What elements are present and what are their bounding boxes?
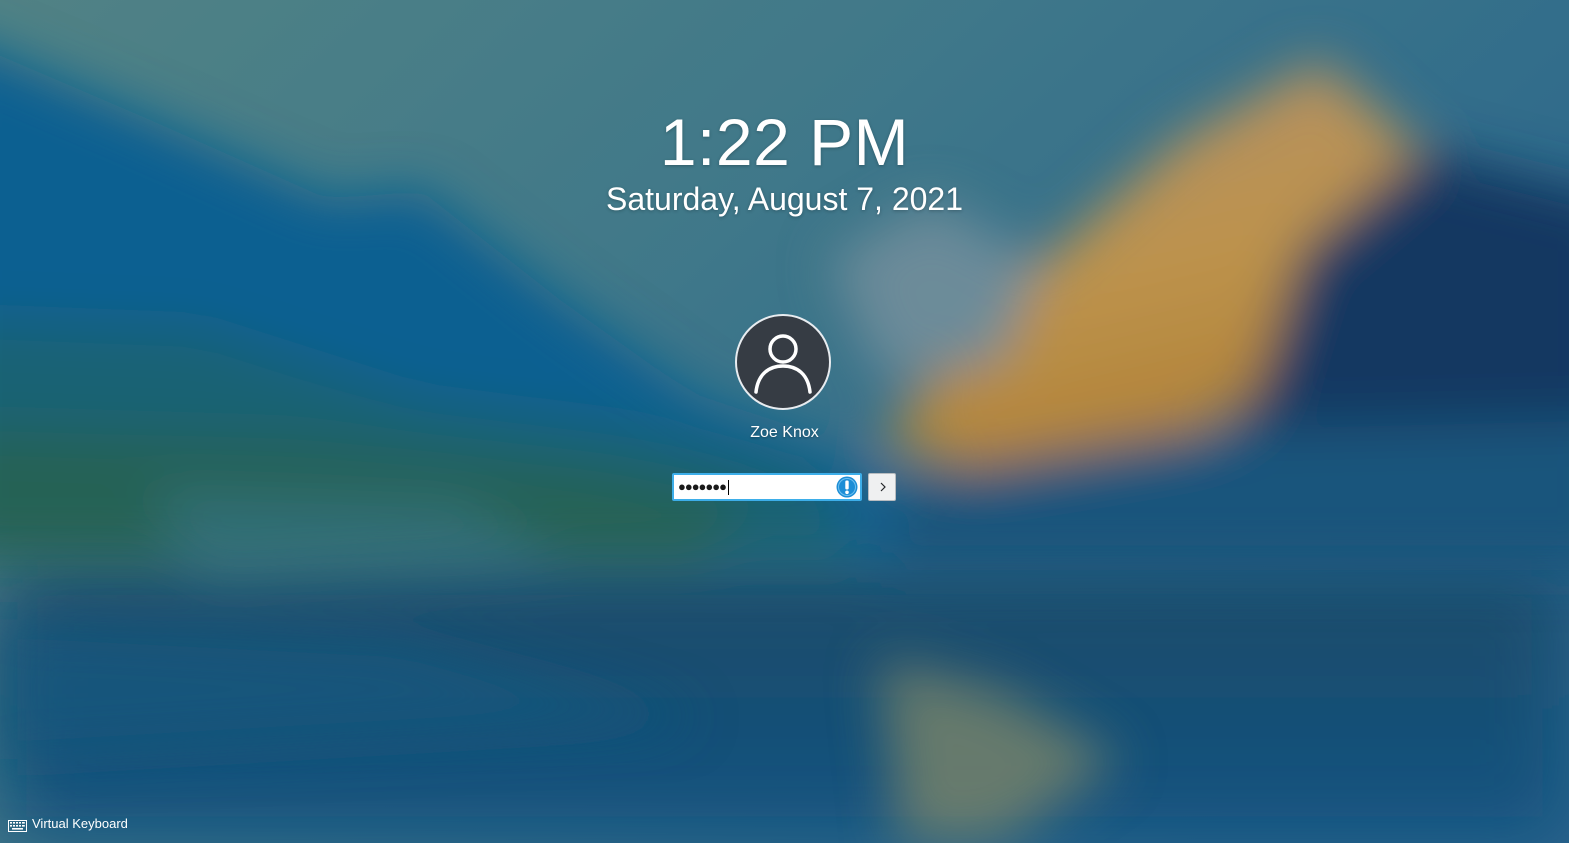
login-submit-button[interactable] [868, 473, 896, 501]
clock-date: Saturday, August 7, 2021 [606, 181, 963, 217]
user-name: Zoe Knox [750, 424, 819, 441]
virtual-keyboard-button[interactable]: Virtual Keyboard [8, 815, 128, 833]
caps-lock-warning-icon [836, 476, 858, 498]
keyboard-icon [8, 819, 27, 832]
password-value: ●●●●●●● [678, 475, 729, 499]
user-avatar[interactable] [735, 314, 831, 410]
lock-screen: 1:22 PM Saturday, August 7, 2021 Zoe Kno… [0, 0, 1569, 843]
password-input[interactable]: ●●●●●●● [672, 473, 862, 501]
text-caret [727, 480, 729, 496]
virtual-keyboard-label: Virtual Keyboard [32, 816, 128, 831]
clock-time: 1:22 PM [659, 105, 910, 179]
user-icon [754, 334, 812, 394]
chevron-right-icon [880, 482, 886, 492]
